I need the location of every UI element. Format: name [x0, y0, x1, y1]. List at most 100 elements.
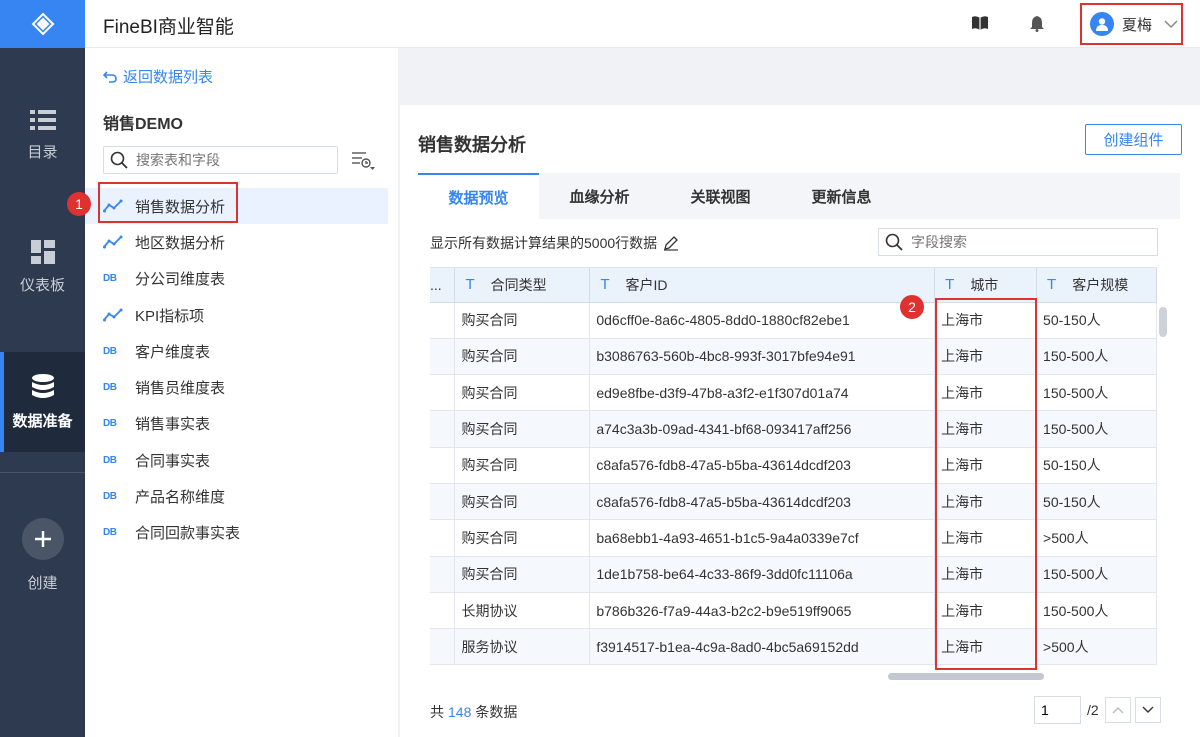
- annotation-badge-2: 2: [900, 295, 924, 319]
- nav-item-data-prep[interactable]: 数据准备: [0, 352, 85, 452]
- column-header-customer-id[interactable]: T 客户ID: [589, 268, 936, 303]
- highlight-box-selected-table: [98, 182, 238, 223]
- table-item-customer-dim[interactable]: DB 客户维度表: [85, 333, 388, 369]
- logo[interactable]: [0, 0, 85, 48]
- field-search-input[interactable]: [911, 234, 1141, 250]
- book-icon[interactable]: [971, 15, 989, 31]
- nav-item-catalog[interactable]: 目录: [0, 85, 85, 185]
- dashboard-icon: [30, 239, 55, 264]
- table-item-kpi[interactable]: KPI指标项: [85, 297, 388, 333]
- text-type-icon: T: [600, 276, 610, 294]
- table-cell: b786b326-f7a9-44a3-b2c2-b9e519ff9065: [589, 592, 936, 630]
- table-row: 购买合同 c8afa576-fdb8-47a5-b5ba-43614dcdf203…: [430, 447, 1157, 484]
- field-search-field[interactable]: [878, 228, 1158, 256]
- table-cell: 购买合同: [454, 302, 591, 339]
- table-cell: [430, 447, 456, 484]
- chevron-up-icon: [1112, 707, 1124, 714]
- table-item-sales-fact[interactable]: DB 销售事实表: [85, 406, 388, 442]
- text-type-icon: T: [1047, 276, 1057, 294]
- table-item-region-analysis[interactable]: 地区数据分析: [85, 224, 388, 260]
- db-table-icon: DB: [103, 418, 117, 430]
- chevron-down-icon: [1164, 19, 1178, 28]
- back-to-data-list-link[interactable]: 返回数据列表: [103, 66, 213, 87]
- table-list: 销售数据分析 地区数据分析 DB 分公司维度表 KPI指标项 DB 客户维度表 …: [85, 188, 388, 551]
- table-cell: 购买合同: [454, 483, 591, 521]
- bell-icon[interactable]: [1030, 15, 1044, 32]
- db-table-icon: DB: [103, 527, 117, 539]
- column-header-customer-size[interactable]: T 客户规模: [1036, 268, 1157, 303]
- table-item-product-dim[interactable]: DB 产品名称维度: [85, 478, 388, 514]
- avatar: [1090, 12, 1114, 36]
- table-cell: 50-150人: [1036, 483, 1157, 521]
- table-cell: c8afa576-fdb8-47a5-b5ba-43614dcdf203: [589, 483, 936, 521]
- nav-label: 仪表板: [19, 276, 65, 294]
- table-row: 服务协议 f3914517-b1ea-4c9a-8ad0-4bc5a69152dd…: [430, 628, 1157, 666]
- table-item-contract-fact[interactable]: DB 合同事实表: [85, 442, 388, 478]
- next-page-button[interactable]: [1134, 697, 1161, 723]
- table-row: 购买合同 0d6cff0e-8a6c-4805-8dd0-1880cf82ebe1…: [430, 302, 1157, 339]
- search-icon: [885, 233, 903, 251]
- column-header-city[interactable]: T 城市: [934, 268, 1038, 303]
- table-cell: [430, 628, 456, 666]
- analysis-table-icon: [103, 308, 127, 322]
- user-icon: [1096, 18, 1108, 31]
- table-item-label: 客户维度表: [135, 343, 211, 361]
- tab-data-preview[interactable]: 数据预览: [418, 173, 539, 219]
- table-row: 购买合同 ed9e8fbe-d3f9-47b8-a3f2-e1f307d01a74…: [430, 374, 1157, 412]
- table-row: 购买合同 1de1b758-be64-4c33-86f9-3dd0fc11106a…: [430, 556, 1157, 593]
- table-search-field[interactable]: [103, 146, 338, 174]
- text-type-icon: T: [465, 276, 475, 294]
- table-cell: [430, 519, 456, 557]
- table-item-label: 分公司维度表: [135, 271, 226, 289]
- edit-icon[interactable]: [663, 235, 679, 251]
- vertical-scrollbar[interactable]: [1159, 307, 1167, 337]
- table-item-label: 合同事实表: [135, 452, 211, 470]
- table-cell: ba68ebb1-4a93-4651-b1c5-9a4a0339e7cf: [589, 519, 936, 557]
- table-cell: 150-500人: [1036, 556, 1157, 593]
- db-table-icon: DB: [103, 273, 117, 285]
- table-cell: 购买合同: [454, 410, 591, 448]
- nav-divider: [0, 472, 85, 473]
- table-cell: 50-150人: [1036, 447, 1157, 484]
- table-cell: 150-500人: [1036, 374, 1157, 412]
- tab-lineage[interactable]: 血缘分析: [539, 173, 660, 219]
- user-menu[interactable]: 夏梅: [1080, 3, 1183, 45]
- list-icon: [29, 109, 56, 130]
- create-component-button[interactable]: 创建组件: [1085, 124, 1182, 155]
- side-nav: 目录 仪表板 数据准备 创建: [0, 0, 85, 737]
- filter-list-icon[interactable]: [351, 150, 375, 170]
- table-cell: 购买合同: [454, 338, 591, 376]
- nav-item-dashboard[interactable]: 仪表板: [0, 217, 85, 317]
- page-number-input[interactable]: [1034, 696, 1081, 724]
- column-header-truncated[interactable]: ...: [430, 268, 456, 303]
- tab-relation-view[interactable]: 关联视图: [660, 173, 781, 219]
- table-row: 购买合同 c8afa576-fdb8-47a5-b5ba-43614dcdf203…: [430, 483, 1157, 521]
- table-cell: >500人: [1036, 628, 1157, 666]
- table-cell: [430, 592, 456, 630]
- column-header-contract-type[interactable]: T 合同类型: [454, 268, 591, 303]
- tab-update-info[interactable]: 更新信息: [781, 173, 902, 219]
- db-table-icon: DB: [103, 382, 117, 394]
- table-item-branch-dim[interactable]: DB 分公司维度表: [85, 261, 388, 297]
- horizontal-scrollbar[interactable]: [888, 673, 1044, 680]
- table-item-label: 销售事实表: [135, 416, 211, 434]
- nav-item-create[interactable]: 创建: [0, 505, 85, 605]
- table-row: 购买合同 ba68ebb1-4a93-4651-b1c5-9a4a0339e7cf…: [430, 519, 1157, 557]
- back-label: 返回数据列表: [123, 69, 214, 86]
- table-item-label: 销售员维度表: [135, 380, 226, 398]
- highlight-box-city-column: [935, 298, 1037, 670]
- table-search-input[interactable]: [136, 152, 326, 168]
- app-title: FineBI商业智能: [103, 17, 234, 38]
- main-panel: 销售数据分析 创建组件 数据预览 血缘分析 关联视图 更新信息 显示所有数据计算…: [400, 105, 1200, 737]
- table-cell: a74c3a3b-09ad-4341-bf68-093417aff256: [589, 410, 936, 448]
- user-name: 夏梅: [1122, 16, 1153, 34]
- table-cell: [430, 556, 456, 593]
- nav-label: 数据准备: [12, 412, 73, 430]
- table-cell: 长期协议: [454, 592, 591, 630]
- prev-page-button[interactable]: [1104, 697, 1131, 723]
- table-item-payment-fact[interactable]: DB 合同回款事实表: [85, 515, 388, 551]
- search-icon: [110, 151, 128, 169]
- table-cell: 0d6cff0e-8a6c-4805-8dd0-1880cf82ebe1: [589, 302, 936, 339]
- table-item-salesperson-dim[interactable]: DB 销售员维度表: [85, 369, 388, 405]
- table-cell: f3914517-b1ea-4c9a-8ad0-4bc5a69152dd: [589, 628, 936, 666]
